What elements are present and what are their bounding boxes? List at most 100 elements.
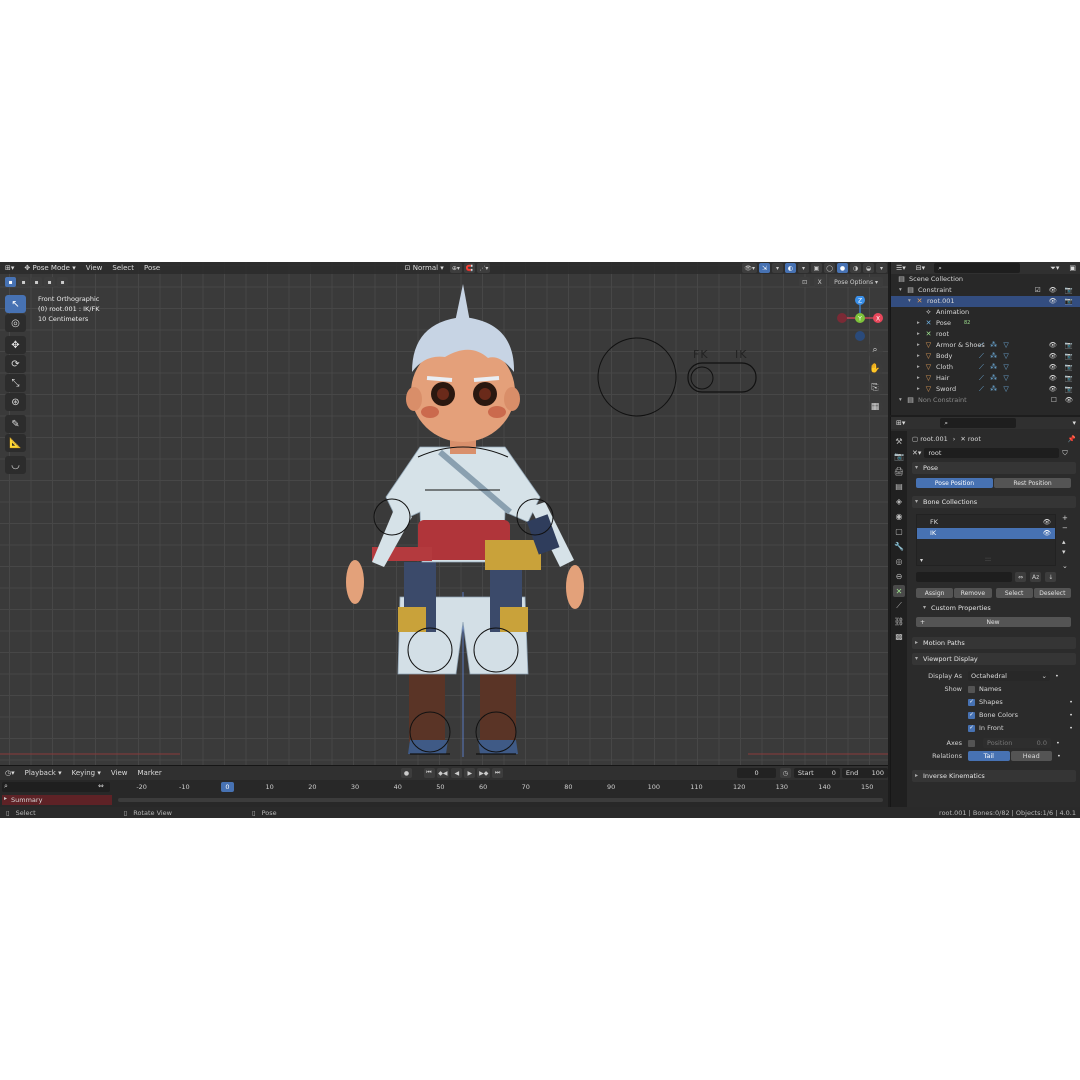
properties-search-input[interactable]: ⌕ <box>940 418 1017 428</box>
armature-data-icon[interactable]: ✕▾ <box>912 449 921 457</box>
bone-tab-icon[interactable]: ⟋ <box>893 600 905 612</box>
data-name-field[interactable]: root <box>924 448 1060 458</box>
navigation-gizmo[interactable]: Z X Y <box>836 296 884 344</box>
properties-options-icon[interactable]: ▾ <box>1067 417 1080 429</box>
world-tab-icon[interactable]: ◉ <box>893 510 905 522</box>
outliner-row[interactable]: ▾ ✕ root.001 👁 📷 <box>891 296 1080 307</box>
timeline-search-input[interactable]: ⌕ <box>2 782 110 792</box>
axes-checkbox[interactable] <box>968 739 975 747</box>
deselect-button[interactable]: Deselect <box>1033 588 1071 598</box>
display-as-dropdown[interactable]: Octahedral ⌄ <box>968 671 1050 681</box>
next-key-icon[interactable]: ▶◆ <box>477 768 491 778</box>
sort-alpha-icon[interactable]: Az <box>1030 572 1042 582</box>
display-mode-icon[interactable]: ⊟▾ <box>911 262 930 274</box>
expand-arrow-icon[interactable]: ▸ <box>917 340 920 351</box>
outliner-row[interactable]: ▸ ▽ Body ⟋ ⁂ ▽ 👁 📷 <box>891 351 1080 362</box>
bone-constraint-tab-icon[interactable]: ⛓ <box>893 615 905 627</box>
filter-icon[interactable]: ⏷▾ <box>1045 262 1064 274</box>
keyframe-dot-icon[interactable]: • <box>1055 672 1059 680</box>
expand-arrow-icon[interactable]: ▸ <box>917 329 920 340</box>
outliner-row[interactable]: ▾ ▤ Constraint ☑ 👁 📷 <box>891 285 1080 296</box>
move-up-icon[interactable]: ▴ <box>1062 538 1068 546</box>
new-property-button[interactable]: + New <box>916 617 1071 627</box>
pan-hand-icon[interactable]: ✋ <box>867 361 883 377</box>
summary-channel[interactable]: Summary <box>2 795 112 805</box>
pose-position-button[interactable]: Pose Position <box>916 478 993 488</box>
menu-marker[interactable]: Marker <box>133 767 167 779</box>
menu-keying[interactable]: Keying ▾ <box>67 767 106 779</box>
axes-position-field[interactable]: Position 0.0 <box>983 738 1051 748</box>
outliner-row[interactable]: ⟡ Animation <box>891 307 1080 318</box>
prev-key-icon[interactable]: ◆◀ <box>436 768 450 778</box>
keyframe-dot-icon[interactable]: • <box>1069 711 1073 719</box>
playhead[interactable]: 0 <box>221 782 234 792</box>
motion-paths-header[interactable]: Motion Paths <box>912 637 1076 649</box>
outliner-row[interactable]: ▾ ▤ Non Constraint ☐ 👁 <box>891 395 1080 406</box>
keyframe-dot-icon[interactable]: • <box>1057 752 1061 760</box>
expand-arrow-icon[interactable]: ▾ <box>908 296 911 307</box>
eye-icon[interactable]: 👁 <box>1043 517 1051 528</box>
keyframe-dot-icon[interactable]: • <box>1069 724 1073 732</box>
viewport-display-header[interactable]: Viewport Display <box>912 653 1076 665</box>
play-icon[interactable]: ▶ <box>464 768 476 778</box>
remove-collection-icon[interactable]: − <box>1062 524 1068 532</box>
outliner-row[interactable]: ▸ ✕ Pose 82 <box>891 318 1080 329</box>
list-filter-icon[interactable]: ▾ <box>920 557 923 564</box>
outliner-search-input[interactable]: ⌕ <box>934 263 1021 273</box>
bone-colors-checkbox[interactable]: ✓ <box>968 711 975 719</box>
camera-icon[interactable]: ⎘ <box>867 380 883 396</box>
list-filter-input[interactable] <box>916 572 1012 582</box>
relations-tail-button[interactable]: Tail <box>968 751 1010 761</box>
expand-arrow-icon[interactable]: ▸ <box>917 351 920 362</box>
visibility-toggle-icon[interactable]: ☐ 👁 <box>1051 395 1076 406</box>
keyframe-dot-icon[interactable]: • <box>1056 739 1060 747</box>
timeline-editor-icon[interactable]: ◷▾ <box>0 767 20 779</box>
start-frame-field[interactable]: Start 0 <box>793 768 840 778</box>
outliner-row[interactable]: ▸ ▽ Cloth ⟋ ⁂ ▽ 👁 📷 <box>891 362 1080 373</box>
list-resize-handle[interactable]: ::: <box>985 556 991 563</box>
outliner-row[interactable]: ▸ ▽ Sword ⟋ ⁂ ▽ 👁 📷 <box>891 384 1080 395</box>
texture-tab-icon[interactable]: ▩ <box>893 630 905 642</box>
visibility-toggle-icon[interactable]: 👁 📷 <box>1049 296 1076 307</box>
expand-arrow-icon[interactable]: ▾ <box>899 285 902 296</box>
armature-data-tab-icon[interactable]: ✕ <box>893 585 905 597</box>
record-icon[interactable]: ● <box>400 768 412 778</box>
remove-button[interactable]: Remove <box>954 588 992 598</box>
add-collection-icon[interactable]: + <box>1062 514 1068 522</box>
swap-icon[interactable]: ⇔ <box>98 782 104 790</box>
zoom-icon[interactable]: ⌕ <box>867 342 883 358</box>
menu-view[interactable]: View <box>106 767 133 779</box>
bone-collection-ik[interactable]: IK 👁 <box>917 528 1055 539</box>
current-frame-field[interactable]: 0 <box>737 768 776 778</box>
pin-icon[interactable]: 📌 <box>1068 435 1076 443</box>
expand-arrow-icon[interactable]: ▾ <box>899 395 902 406</box>
modifier-tab-icon[interactable]: 🔧 <box>893 540 905 552</box>
3d-viewport[interactable]: ⊞▾ ✥ Pose Mode ▾ View Select Pose ⊡ Norm… <box>0 262 888 765</box>
pose-panel-header[interactable]: Pose <box>912 462 1076 474</box>
visibility-toggle-icon[interactable]: ☑ 👁 📷 <box>1035 285 1076 296</box>
object-tab-icon[interactable]: ▢ <box>893 525 905 537</box>
clock-icon[interactable]: ◷ <box>779 768 791 778</box>
visibility-toggle-icon[interactable]: 👁 📷 <box>1049 384 1076 395</box>
jump-end-icon[interactable]: ⏭ <box>492 768 504 778</box>
outliner-editor-icon[interactable]: ☰▾ <box>891 262 911 274</box>
outliner-row[interactable]: ▸ ✕ root <box>891 329 1080 340</box>
timeline[interactable]: ◷▾ Playback ▾ Keying ▾ View Marker ● ⏮ ◆… <box>0 765 888 807</box>
outliner-row[interactable]: ▸ ▽ Hair ⟋ ⁂ ▽ 👁 📷 <box>891 373 1080 384</box>
play-reverse-icon[interactable]: ◀ <box>451 768 463 778</box>
names-checkbox[interactable] <box>968 685 975 693</box>
shapes-checkbox[interactable]: ✓ <box>968 698 975 706</box>
outliner-row[interactable]: ▸ ▽ Armor & Shoes ⟋ ⁂ ▽ 👁 📷 <box>891 340 1080 351</box>
outliner-row[interactable]: ▤ Scene Collection <box>891 274 1080 285</box>
expand-summary-icon[interactable]: ▸ <box>4 795 7 802</box>
visibility-toggle-icon[interactable]: 👁 📷 <box>1049 362 1076 373</box>
grid-perspective-icon[interactable]: ▦ <box>867 399 883 415</box>
end-frame-field[interactable]: End 100 <box>841 768 888 778</box>
menu-playback[interactable]: Playback ▾ <box>20 767 67 779</box>
fake-user-icon[interactable]: ⛉ <box>1062 449 1067 458</box>
assign-button[interactable]: Assign <box>916 588 954 598</box>
visibility-toggle-icon[interactable]: 👁 📷 <box>1049 373 1076 384</box>
relations-head-button[interactable]: Head <box>1010 751 1052 761</box>
expand-arrow-icon[interactable]: ▸ <box>917 318 920 329</box>
character-model[interactable] <box>0 262 888 765</box>
